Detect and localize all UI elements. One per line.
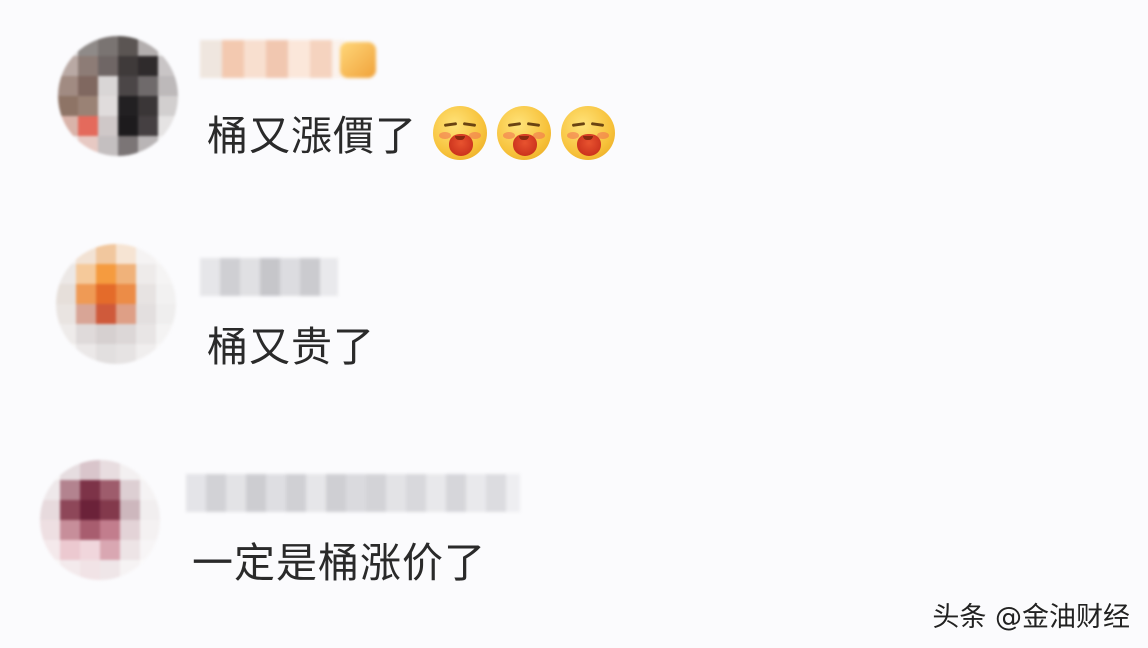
emoji-row	[433, 106, 615, 160]
blurred-username[interactable]	[200, 258, 338, 296]
blush-face-hand-emoji	[497, 106, 551, 160]
comment-text: 一定是桶涨价了	[192, 539, 486, 587]
blurred-avatar[interactable]	[56, 244, 176, 364]
user-badge-icon	[340, 42, 376, 78]
blurred-username[interactable]	[186, 474, 520, 512]
blurred-avatar[interactable]	[58, 36, 178, 156]
blush-face-hand-emoji	[433, 106, 487, 160]
comment-text: 桶又贵了	[207, 323, 375, 371]
blurred-username[interactable]	[200, 40, 344, 78]
watermark: 头条 @金油财经	[932, 602, 1130, 633]
comment-screen: 桶又漲價了 桶又贵了 一定是桶涨价了 头条 @金油财经	[0, 0, 1148, 648]
blurred-avatar[interactable]	[40, 460, 160, 580]
blush-face-hand-emoji	[561, 106, 615, 160]
comment-text: 桶又漲價了	[207, 112, 417, 160]
